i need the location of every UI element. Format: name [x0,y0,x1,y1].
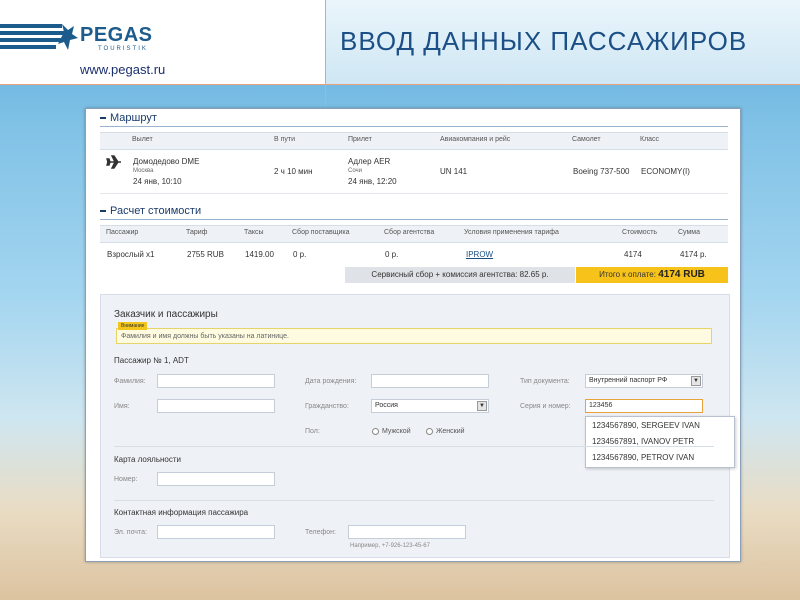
th-departure: Вылет [132,136,153,143]
logo-subtitle: TOURISTIK [98,46,148,52]
passenger-type: Взрослый x1 [107,250,155,259]
email-input[interactable] [157,525,275,539]
th-arrival: Прилет [348,136,372,143]
form-title: Заказчик и пассажиры [114,309,218,320]
loyalty-title: Карта лояльности [114,455,182,464]
citizenship-value: Россия [375,402,398,409]
doctype-label: Тип документа: [520,378,570,385]
gender-label: Пол: [305,428,320,435]
logo-text: PEGAS [80,24,153,46]
departure-airport: Домодедово DME [133,157,200,166]
latin-warning: Фамилия и имя должны быть указаны на лат… [116,328,712,344]
taxes-value: 1419.00 [245,250,274,259]
th-taxes: Таксы [244,229,264,236]
citizenship-select[interactable]: Россия ▼ [371,399,489,413]
phone-label: Телефон: [305,529,336,536]
flight-duration: 2 ч 10 мин [274,167,313,176]
lastname-input[interactable] [157,374,275,388]
header-divider-vertical [325,0,326,112]
suggestion-item[interactable]: 1234567890, PETROV IVAN [592,453,694,462]
service-fee-bar: Сервисный сбор + комиссия агентства: 82.… [345,267,575,283]
th-total: Сумма [678,229,700,236]
loyalty-number-input[interactable] [157,472,275,486]
site-url[interactable]: www.pegast.ru [80,62,165,77]
supplier-fee-value: 0 р. [293,250,307,259]
phone-input[interactable] [348,525,466,539]
th-supplier-fee: Сбор поставщика [292,229,350,236]
cost-value: 4174 [624,250,642,259]
total-label: Итого к оплате: [599,270,656,279]
suggestion-item[interactable]: 1234567891, IVANOV PETR [592,437,694,446]
chevron-down-icon[interactable]: ▼ [477,401,487,411]
th-duration: В пути [274,136,296,143]
th-passenger: Пассажир [106,229,139,236]
arrival-city: Сочи [348,168,363,174]
warning-tag: Внимание [118,322,148,330]
total-amount: 4174 RUB [658,269,705,280]
email-label: Эл. почта: [114,529,147,536]
th-fare-rules: Условия применения тарифа [464,229,559,236]
pricing-section-line [100,219,728,220]
route-section-line [100,126,728,127]
fare-value: 2755 RUB [187,250,224,259]
header-divider-horizontal [0,84,800,85]
aircraft-type: Boeing 737-500 [573,167,630,176]
birthdate-input[interactable] [371,374,489,388]
pegasus-icon [58,24,78,50]
docnum-suggestions: 1234567890, SERGEEV IVAN 1234567891, IVA… [585,416,735,468]
gender-male-label: Мужской [382,428,411,435]
th-fare: Тариф [186,229,208,236]
th-cost: Стоимость [622,229,658,236]
gender-female-radio[interactable] [426,428,433,435]
collapse-icon [100,117,106,120]
doctype-select[interactable]: Внутренний паспорт РФ ▼ [585,374,703,388]
arrival-time: 24 янв, 12:20 [348,177,397,186]
loyalty-number-label: Номер: [114,476,138,483]
cabin-class: ECONOMY(I) [641,167,690,176]
th-class: Класс [640,136,660,143]
th-aircraft: Самолет [572,136,601,143]
airplane-icon [106,155,121,169]
docnum-input[interactable]: 123456 [585,399,703,413]
gender-female-label: Женский [436,428,465,435]
departure-time: 24 янв, 10:10 [133,177,182,186]
form-divider [114,500,714,501]
passenger-title: Пассажир № 1, ADT [114,356,189,365]
th-airline: Авиакомпания и рейс [440,136,511,143]
pricing-section-title[interactable]: Расчет стоимости [100,205,201,217]
page-title: ВВОД ДАННЫХ ПАССАЖИРОВ [340,26,748,56]
firstname-input[interactable] [157,399,275,413]
route-table-header: Вылет В пути Прилет Авиакомпания и рейс … [100,132,728,150]
fare-rules-link[interactable]: IPROW [466,250,493,259]
lastname-label: Фамилия: [114,378,146,385]
route-row-divider [100,193,728,194]
suggestion-item[interactable]: 1234567890, SERGEEV IVAN [592,421,700,430]
pricing-table-header: Пассажир Тариф Таксы Сбор поставщика Сбо… [100,225,728,243]
phone-hint: Например, +7-926-123-45-67 [350,543,430,549]
firstname-label: Имя: [114,403,130,410]
birthdate-label: Дата рождения: [305,378,357,385]
docnum-label: Серия и номер: [520,403,571,410]
collapse-icon [100,210,106,213]
departure-city: Москва [133,168,154,174]
total-value: 4174 р. [680,250,707,259]
pegas-logo: PEGAS TOURISTIK [0,22,160,56]
doctype-value: Внутренний паспорт РФ [589,377,668,384]
route-section-label: Маршрут [110,112,157,124]
agency-fee-value: 0 р. [385,250,399,259]
form-divider [114,446,714,447]
gender-male-radio[interactable] [372,428,379,435]
citizenship-label: Гражданство: [305,403,349,410]
pricing-section-label: Расчет стоимости [110,205,202,217]
arrival-airport: Адлер AER [348,157,391,166]
flight-number: UN 141 [440,167,468,176]
chevron-down-icon[interactable]: ▼ [691,376,701,386]
route-section-title[interactable]: Маршрут [100,112,157,124]
th-agency-fee: Сбор агентства [384,229,435,236]
contact-title: Контактная информация пассажира [114,508,249,517]
total-to-pay: Итого к оплате: 4174 RUB [576,267,728,283]
